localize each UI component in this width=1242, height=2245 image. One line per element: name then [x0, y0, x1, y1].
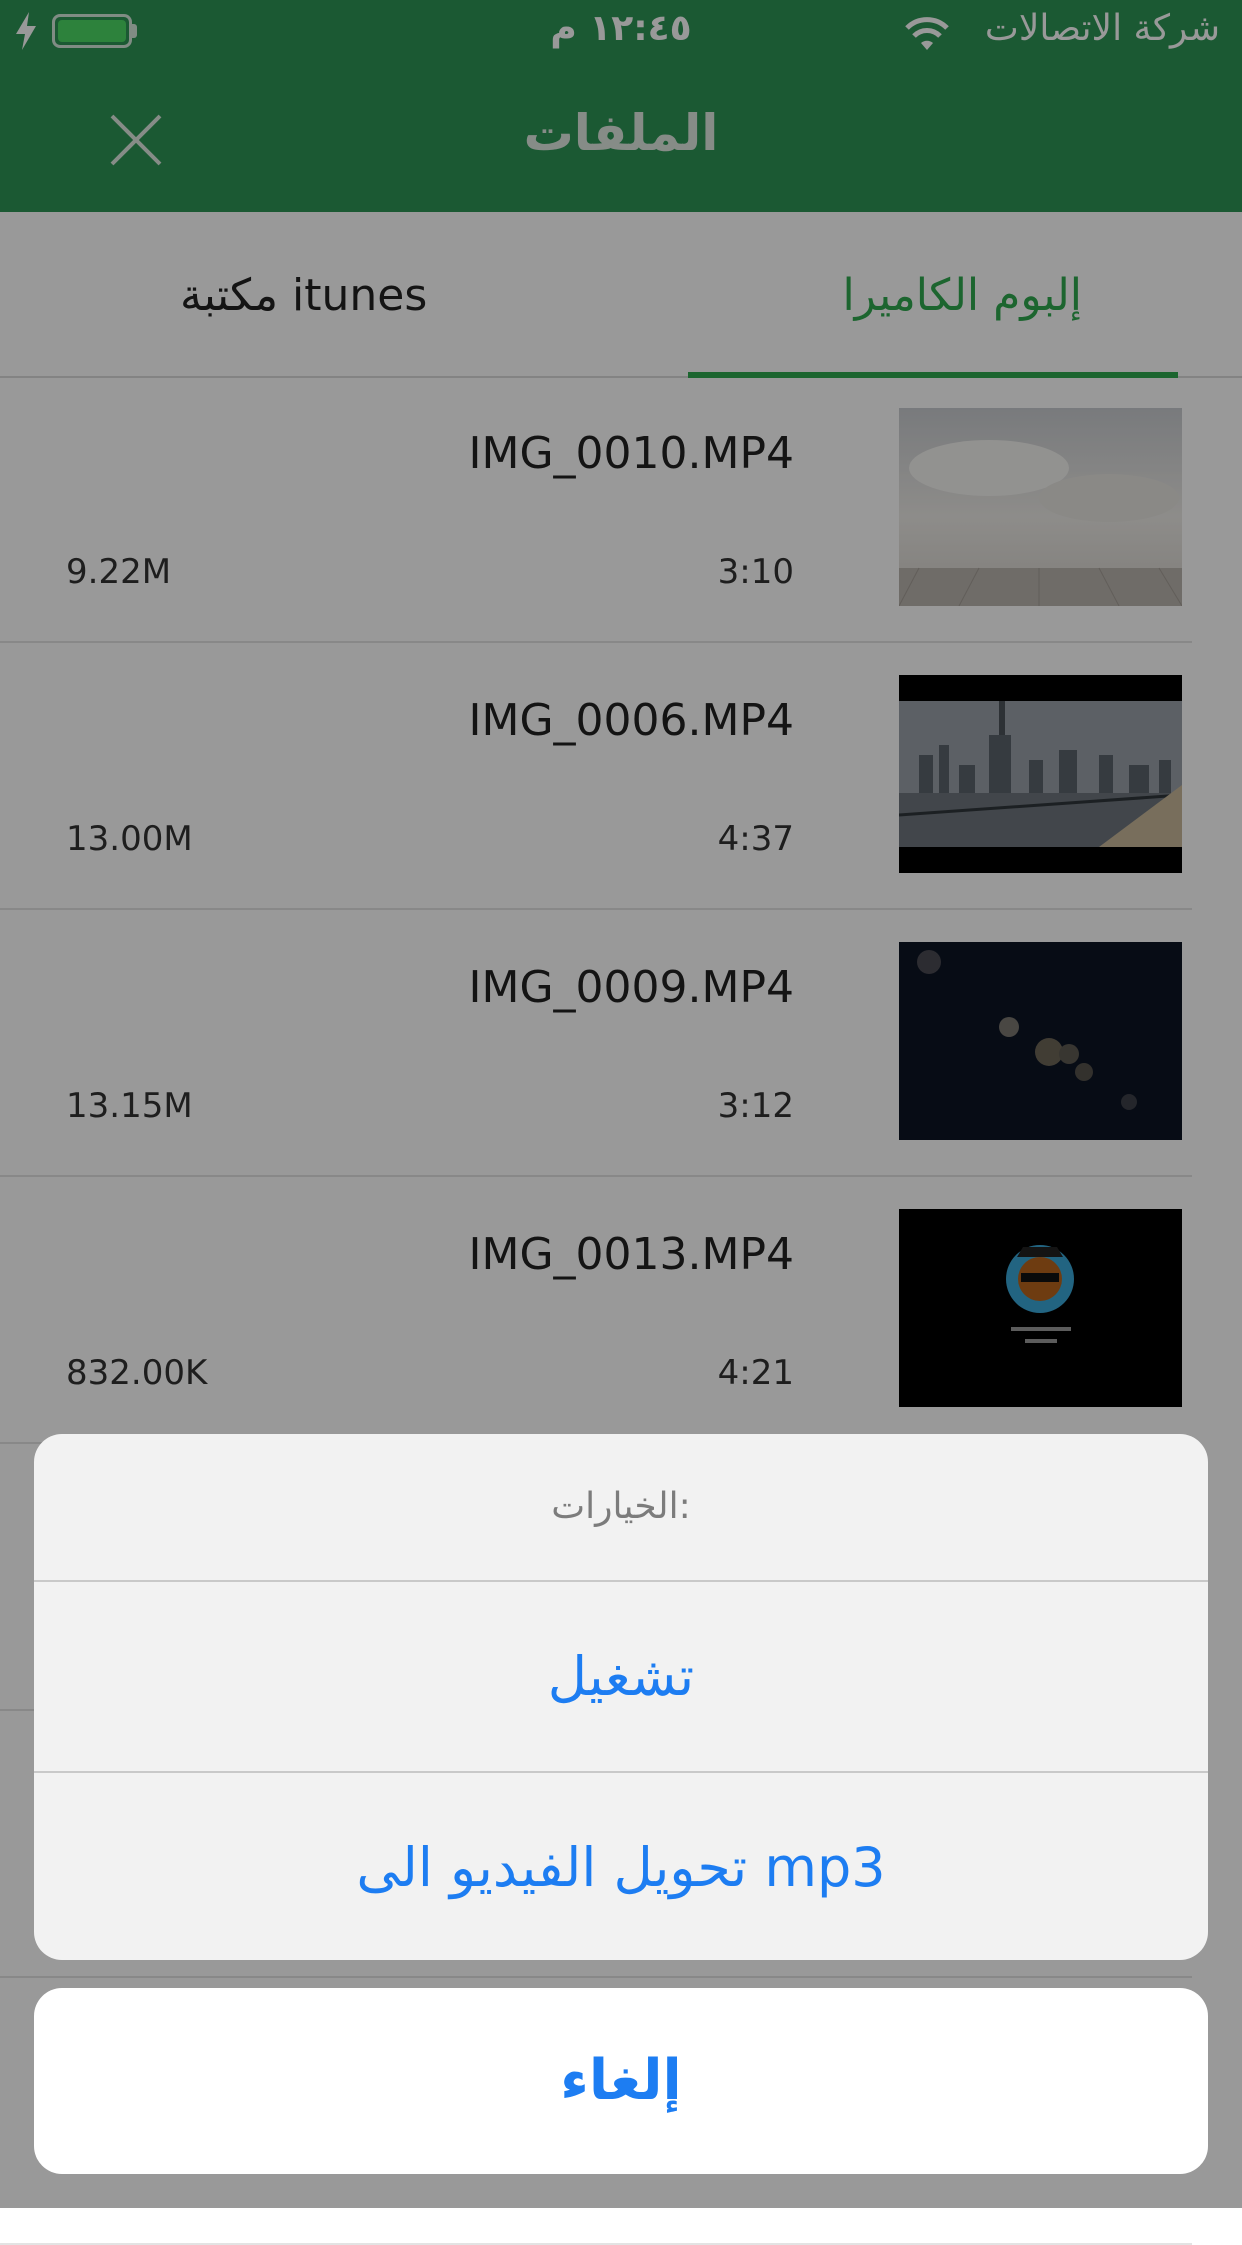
app-screen: شركة الاتصالات ١٢:٤٥ م الملفات إلبوم الك… [0, 0, 1242, 2245]
action-sheet: الخيارات: تشغيل تحويل الفيديو الى mp3 [34, 1434, 1208, 1960]
cancel-button[interactable]: إلغاء [34, 1988, 1208, 2174]
convert-to-mp3-button[interactable]: تحويل الفيديو الى mp3 [34, 1773, 1208, 1960]
action-sheet-title: الخيارات: [34, 1434, 1208, 1582]
play-button[interactable]: تشغيل [34, 1582, 1208, 1773]
